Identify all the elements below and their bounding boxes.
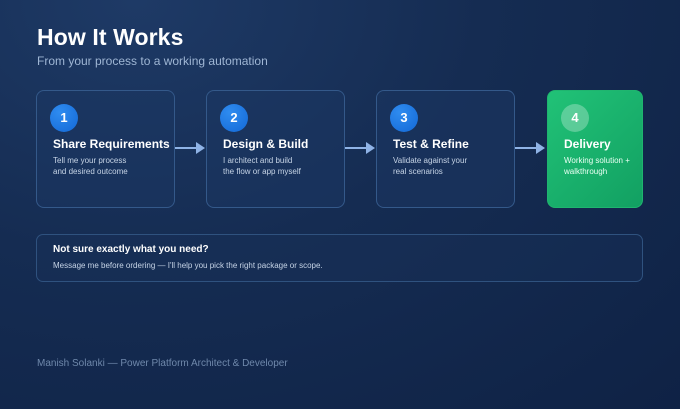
step-card-test-refine: 3 Test & Refine Validate against your re…	[376, 90, 515, 208]
help-note-box: Not sure exactly what you need? Message …	[36, 234, 643, 282]
arrow-right-icon	[175, 142, 205, 154]
step-number-badge: 4	[561, 104, 589, 132]
step-description-line: the flow or app myself	[223, 167, 301, 176]
help-note-title: Not sure exactly what you need?	[53, 244, 209, 255]
step-title: Design & Build	[223, 137, 309, 151]
step-title: Test & Refine	[393, 137, 469, 151]
step-number-badge: 2	[220, 104, 248, 132]
step-description-line: real scenarios	[393, 167, 443, 176]
step-description-line: Validate against your	[393, 156, 468, 165]
page-title: How It Works	[37, 24, 184, 50]
page-subtitle: From your process to a working automatio…	[37, 54, 268, 68]
step-card-design-build: 2 Design & Build I architect and build t…	[206, 90, 345, 208]
step-title: Delivery	[564, 137, 611, 151]
step-description: I architect and build the flow or app my…	[223, 155, 341, 177]
step-description-line: walkthrough	[564, 167, 608, 176]
step-card-delivery: 4 Delivery Working solution + walkthroug…	[547, 90, 643, 208]
step-description: Tell me your process and desired outcome	[53, 155, 171, 177]
arrow-right-icon	[515, 142, 545, 154]
step-description: Working solution + walkthrough	[564, 155, 642, 177]
step-title: Share Requirements	[53, 137, 170, 151]
step-description: Validate against your real scenarios	[393, 155, 511, 177]
step-description-line: I architect and build	[223, 156, 293, 165]
step-card-share-requirements: 1 Share Requirements Tell me your proces…	[36, 90, 175, 208]
step-description-line: Working solution +	[564, 156, 630, 165]
help-note-text: Message me before ordering — I'll help y…	[53, 261, 323, 270]
step-number-badge: 1	[50, 104, 78, 132]
step-description-line: and desired outcome	[53, 167, 128, 176]
step-description-line: Tell me your process	[53, 156, 127, 165]
arrow-right-icon	[345, 142, 375, 154]
step-number-badge: 3	[390, 104, 418, 132]
footer-credit: Manish Solanki — Power Platform Architec…	[37, 358, 288, 369]
